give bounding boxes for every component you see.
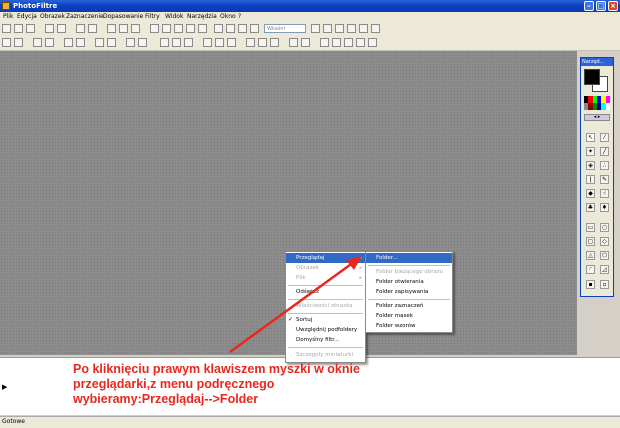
arrow-line (229, 260, 355, 354)
arrow-head (346, 256, 362, 270)
annotation-line-1: Po kliknięciu prawym klawiszem myszki w … (73, 362, 360, 376)
annotation-text: Po kliknięciu prawym klawiszem myszki w … (73, 362, 403, 407)
annotation-line-3: wybieramy:Przeglądaj-->Folder (73, 392, 259, 406)
annotation-line-2: przeglądarki,z menu podręcznego (73, 377, 275, 391)
